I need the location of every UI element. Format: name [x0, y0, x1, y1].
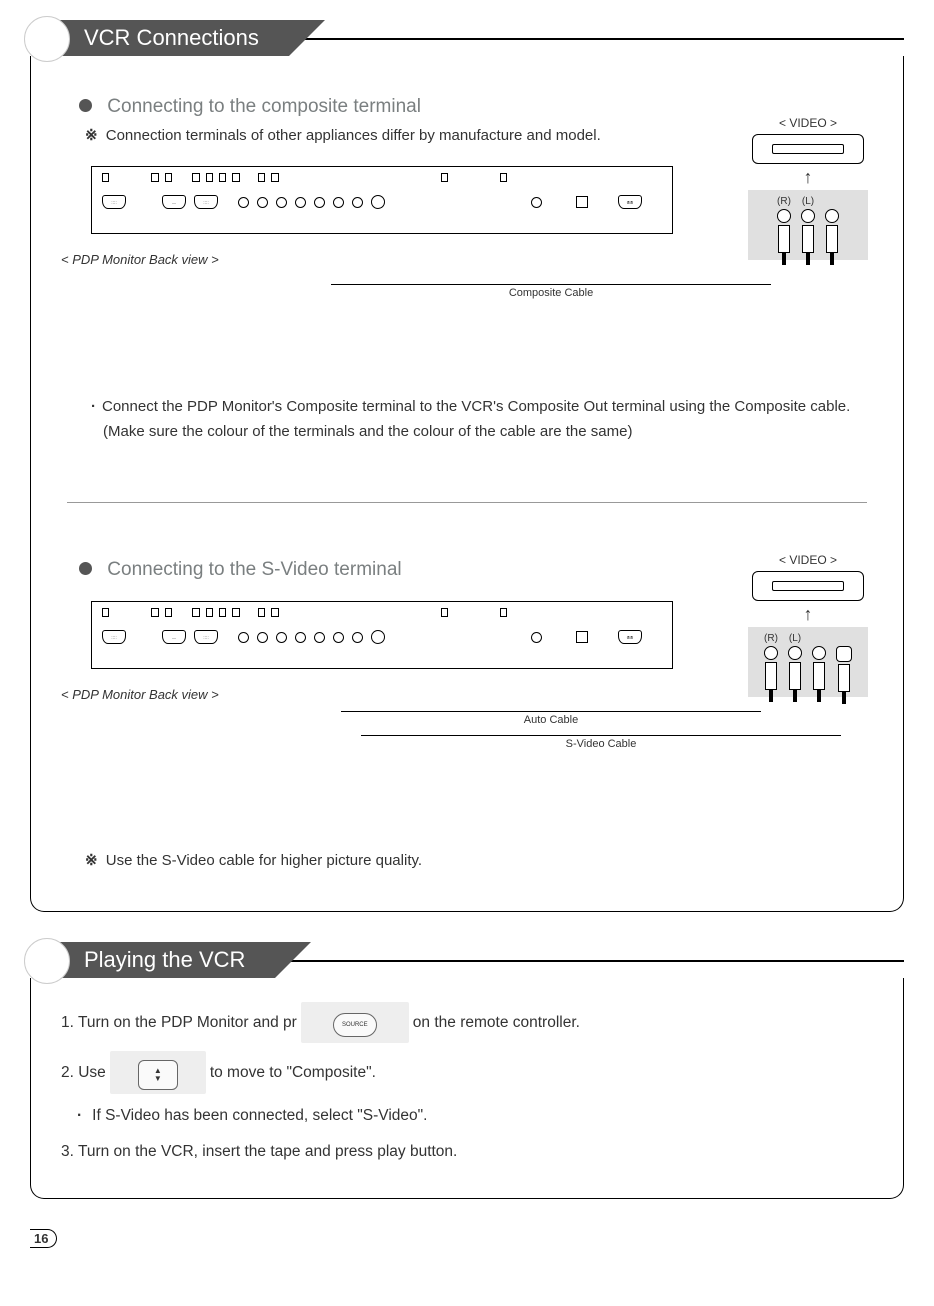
page-number-area: 16: [30, 1229, 904, 1249]
source-button-wrap: SOURCE: [301, 1002, 409, 1043]
composite-heading-text: Connecting to the composite terminal: [107, 96, 421, 117]
composite-heading: Connecting to the composite terminal: [79, 96, 873, 118]
svideo-diagram: ∷∷ —∷∷ ⦾⦾ < PDP Monitor Back view >: [61, 591, 873, 841]
jack-r-label: (R): [777, 196, 791, 207]
step-1b: on the remote controller.: [413, 1009, 580, 1037]
playing-vcr-section: Playing the VCR 1. Turn on the PDP Monit…: [30, 942, 904, 1199]
asterisk-icon: ※: [85, 852, 98, 869]
pdp-back-panel: ∷∷ —∷∷ ⦾⦾: [91, 601, 673, 669]
vcr-unit-2: < VIDEO > ↑ (R) (L): [743, 553, 873, 697]
jack-l-label-2: (L): [789, 633, 801, 644]
composite-diagram: ∷∷ —∷∷ ⦾⦾ < PDP Monitor Back view >: [61, 156, 873, 386]
bullet-icon: [79, 562, 92, 575]
step-1: 1. Turn on the PDP Monitor and pr SOURCE…: [61, 1002, 873, 1043]
step-sv-note: If S-Video has been connected, select "S…: [77, 1102, 873, 1130]
step-2a: 2. Use: [61, 1059, 106, 1087]
jack-r-label-2: (R): [764, 633, 778, 644]
section-title-2: Playing the VCR: [44, 942, 275, 978]
section-title-bar: VCR Connections: [30, 20, 904, 56]
svideo-cable-label: S-Video Cable: [361, 735, 841, 750]
composite-instr-2: (Make sure the colour of the terminals a…: [103, 421, 873, 442]
dpad-icon: ▲▼: [138, 1060, 178, 1090]
pdp-back-label-2: < PDP Monitor Back view >: [61, 687, 219, 702]
divider: [67, 502, 867, 503]
title-circle-icon: [24, 16, 70, 62]
arrow-up-icon: ↑: [743, 168, 873, 186]
step-3: 3. Turn on the VCR, insert the tape and …: [61, 1138, 873, 1166]
composite-note-text: Connection terminals of other appliances…: [106, 127, 601, 144]
section-title: VCR Connections: [44, 20, 289, 56]
vcr-label-2: < VIDEO >: [743, 553, 873, 567]
vcr-connections-section: VCR Connections Connecting to the compos…: [30, 20, 904, 912]
bullet-icon: [79, 99, 92, 112]
jack-l-label: (L): [802, 196, 814, 207]
vcr-body-icon: [752, 134, 864, 164]
source-button-icon: SOURCE: [333, 1013, 377, 1037]
play-steps: 1. Turn on the PDP Monitor and pr SOURCE…: [61, 1002, 873, 1166]
arrow-up-icon: ↑: [743, 605, 873, 623]
vcr-unit: < VIDEO > ↑ (R) (L): [743, 116, 873, 260]
step-2: 2. Use ▲▼ to move to "Composite".: [61, 1051, 873, 1094]
dpad-wrap: ▲▼: [110, 1051, 206, 1094]
composite-cable-label: Composite Cable: [331, 284, 771, 299]
step-1a: 1. Turn on the PDP Monitor and pr: [61, 1009, 297, 1037]
svideo-note-text: Use the S-Video cable for higher picture…: [106, 852, 422, 869]
vcr-body-icon: [752, 571, 864, 601]
jack-panel-2: (R) (L): [748, 627, 868, 697]
step-2b: to move to "Composite".: [210, 1059, 376, 1087]
pdp-back-label: < PDP Monitor Back view >: [61, 252, 219, 267]
vcr-connections-content: Connecting to the composite terminal ※ C…: [30, 56, 904, 912]
page-number: 16: [30, 1229, 57, 1248]
composite-instr-1: Connect the PDP Monitor's Composite term…: [91, 396, 873, 417]
section-title-bar-2: Playing the VCR: [30, 942, 904, 978]
title-circle-icon: [24, 938, 70, 984]
pdp-back-panel: ∷∷ —∷∷ ⦾⦾: [91, 166, 673, 234]
asterisk-icon: ※: [85, 127, 98, 144]
auto-cable-label: Auto Cable: [341, 711, 761, 726]
vcr-label: < VIDEO >: [743, 116, 873, 130]
svideo-heading-text: Connecting to the S-Video terminal: [107, 559, 401, 580]
playing-vcr-content: 1. Turn on the PDP Monitor and pr SOURCE…: [30, 978, 904, 1199]
svideo-note: ※ Use the S-Video cable for higher pictu…: [85, 851, 873, 869]
jack-panel: (R) (L): [748, 190, 868, 260]
